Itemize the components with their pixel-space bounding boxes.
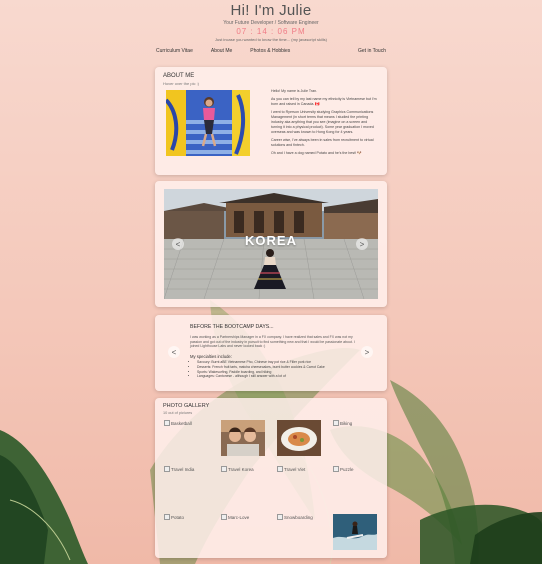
chevron-right-icon: > [359, 239, 365, 249]
about-text: Hello! My name is Julie Tran. As you can… [271, 89, 379, 159]
bootcamp-next-button[interactable]: > [361, 346, 373, 358]
nav-link-cv[interactable]: Curriculum Vitae [156, 48, 193, 54]
nav-link-about[interactable]: About Me [211, 48, 232, 54]
chevron-left-icon: < [175, 239, 181, 249]
about-paragraph: I went to Ryerson University studying Gr… [271, 110, 374, 134]
bootcamp-title: BEFORE THE BOOTCAMP DAYS... [190, 324, 274, 330]
image-alt-text: Puzzle [340, 466, 354, 472]
about-paragraph: Career wise, I've always been in sales f… [271, 138, 374, 147]
image-alt-text: Potato [171, 514, 185, 520]
broken-image-icon [333, 420, 339, 426]
live-clock: 07 : 14 : 06 PM [236, 27, 306, 36]
gallery-item-basketball[interactable]: Basketball [164, 420, 208, 456]
image-alt-text: Biking [340, 420, 353, 426]
list-item: Languages: Cantonese - although I still … [197, 374, 362, 379]
bootcamp-prev-button[interactable]: < [168, 346, 180, 358]
about-paragraph: As you can tell by my last name my ethni… [271, 97, 377, 106]
gallery-item-friends-photo[interactable] [221, 420, 265, 456]
bootcamp-card: < BEFORE THE BOOTCAMP DAYS... I was work… [155, 315, 387, 391]
carousel-next-button[interactable]: > [356, 238, 368, 250]
chevron-left-icon: < [171, 347, 177, 357]
gallery-count: 10 out of pictures [163, 411, 193, 415]
image-alt-text: Travel Viet [284, 466, 306, 472]
nav-link-contact[interactable]: Get in Touch [358, 48, 386, 54]
gallery-item-travel-india[interactable]: Travel India [164, 466, 208, 502]
page-subtitle: Your Future Developer / Software Enginee… [223, 20, 319, 26]
gallery-item-travel-korea[interactable]: Travel Korea [221, 466, 265, 502]
image-alt-text: Snowboarding [284, 514, 313, 520]
image-alt-text: Basketball [171, 420, 192, 426]
bootcamp-description: I was working as a Partnerships Manager … [190, 335, 355, 348]
broken-image-icon [164, 466, 170, 472]
site-header: Hi! I'm Julie Your Future Developer / So… [0, 0, 542, 42]
about-tagline: Hover over the pic :) [163, 81, 200, 86]
broken-image-icon [221, 466, 227, 472]
gallery-title: PHOTO GALLERY [163, 403, 210, 409]
image-alt-text: Travel India [171, 466, 195, 472]
page-title: Hi! I'm Julie [230, 2, 312, 19]
main-nav: Curriculum Vitae About Me Photos & Hobbi… [156, 44, 386, 58]
specialties-list: Savoury: Burnt aBE Vietnamese Pho, Chine… [190, 360, 362, 379]
broken-image-icon [164, 420, 170, 426]
gallery-item-marc-love[interactable]: Marc-Love [221, 514, 265, 550]
specialties-label: My specialties include: [190, 354, 232, 359]
profile-photo[interactable] [166, 90, 250, 156]
gallery-item-travel-viet[interactable]: Travel Viet [277, 466, 321, 502]
carousel-prev-button[interactable]: < [172, 238, 184, 250]
about-paragraph: Hello! My name is Julie Tran. [271, 89, 318, 93]
gallery-item-potato[interactable]: Potato [164, 514, 208, 550]
photo-carousel-card: KOREA < > [155, 181, 387, 307]
nav-link-photos[interactable]: Photos & Hobbies [250, 48, 290, 54]
chevron-right-icon: > [364, 347, 370, 357]
gallery-item-puzzle[interactable]: Puzzle [333, 466, 377, 502]
broken-image-icon [277, 466, 283, 472]
image-alt-text: Marc-Love [228, 514, 250, 520]
broken-image-icon [277, 514, 283, 520]
about-title: ABOUT ME [163, 73, 195, 79]
about-paragraph: Oh and I have a dog named Potato and he'… [271, 151, 362, 155]
gallery-item-biking[interactable]: Biking [333, 420, 377, 456]
image-alt-text: Travel Korea [228, 466, 254, 472]
broken-image-icon [333, 466, 339, 472]
photo-gallery-card: PHOTO GALLERY 10 out of pictures Basketb… [155, 398, 387, 558]
broken-image-icon [164, 514, 170, 520]
about-card: ABOUT ME Hover over the pic :) Hello! My… [155, 67, 387, 175]
carousel-slide-image: KOREA [164, 189, 378, 299]
gallery-item-snowboarding[interactable]: Snowboarding [277, 514, 321, 550]
carousel-caption: KOREA [245, 233, 297, 248]
gallery-item-food-photo[interactable] [277, 420, 321, 456]
gallery-item-surf-photo[interactable] [333, 514, 377, 550]
broken-image-icon [221, 514, 227, 520]
clock-note: Just incase you wanted to know the time.… [214, 37, 328, 42]
